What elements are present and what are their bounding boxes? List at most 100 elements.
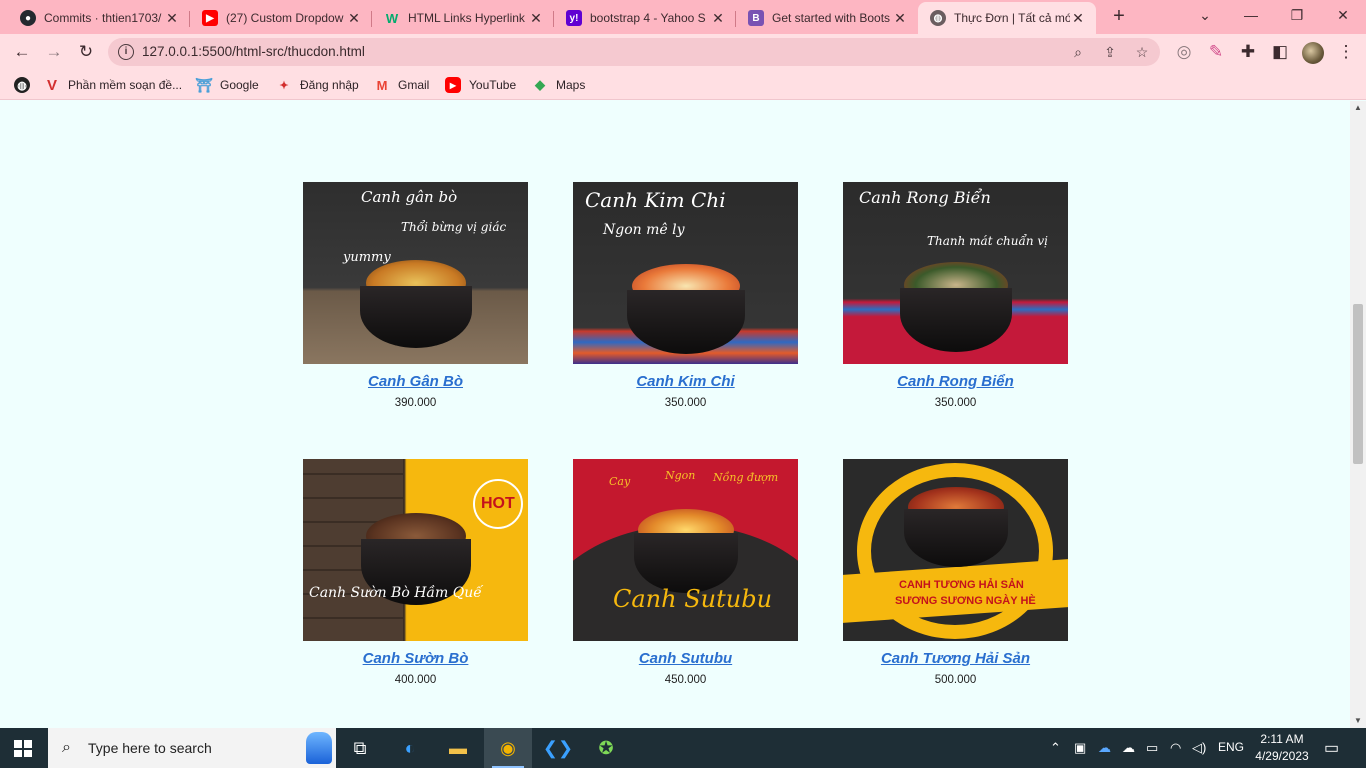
dish-name-link[interactable]: Canh Sutubu — [573, 650, 798, 667]
onedrive-icon[interactable]: ☁ — [1098, 740, 1111, 756]
scroll-up-icon[interactable]: ▲ — [1350, 101, 1366, 115]
dish-name-link[interactable]: Canh Gân Bò — [303, 373, 528, 390]
new-tab-button[interactable]: + — [1108, 6, 1130, 28]
extension-color-picker-icon[interactable]: ✎ — [1204, 40, 1228, 64]
dish-image[interactable]: Canh gân bò Thổi bừng vị giác yummy — [303, 182, 528, 364]
tab-youtube[interactable]: ▶ (27) Custom Dropdow ✕ — [190, 2, 372, 34]
youtube-icon: ▶ — [445, 77, 461, 93]
close-icon[interactable]: ✕ — [892, 10, 908, 27]
tab-title: Commits · thtien1703/ — [44, 11, 162, 25]
bookmarks-bar: ◍ V Phần mềm soạn đề... ⛩ Google ✦ Đăng … — [0, 70, 1366, 100]
tab-w3schools[interactable]: W HTML Links Hyperlink ✕ — [372, 2, 554, 34]
windows-start-icon[interactable] — [14, 740, 32, 757]
volume-icon[interactable]: ◁) — [1192, 740, 1206, 756]
overlay-text: Canh Kim Chi — [585, 188, 726, 212]
notification-icon[interactable]: ▭ — [1324, 738, 1339, 758]
restore-icon[interactable]: ❐ — [1274, 0, 1320, 32]
overlay-text: Thổi bừng vị giác — [401, 220, 507, 234]
zoom-icon[interactable]: ⌕ — [1068, 42, 1088, 62]
close-window-icon[interactable]: ✕ — [1320, 0, 1366, 32]
share-icon[interactable]: ⇪ — [1100, 42, 1120, 62]
tab-title: (27) Custom Dropdow — [226, 11, 344, 25]
file-explorer-icon[interactable]: ▬ — [434, 728, 482, 768]
show-hidden-icons[interactable]: ⌃ — [1050, 740, 1061, 756]
bookmark-youtube[interactable]: ▶ YouTube — [445, 76, 516, 94]
dish-image[interactable]: Canh Rong Biển Thanh mát chuẩn vị — [843, 182, 1068, 364]
bookmark-globe[interactable]: ◍ — [14, 76, 38, 94]
onedrive-personal-icon[interactable]: ☁ — [1122, 740, 1135, 756]
bookmark-phan-mem[interactable]: V Phần mềm soạn đề... — [44, 76, 182, 94]
profile-avatar[interactable] — [1302, 42, 1324, 64]
tab-search-icon[interactable]: ⌄ — [1182, 0, 1228, 32]
page-content: Canh gân bò Thổi bừng vị giác yummy Canh… — [0, 101, 1350, 728]
edge-icon[interactable]: ◐ — [386, 728, 434, 768]
dish-image[interactable]: Canh Kim Chi Ngon mê ly — [573, 182, 798, 364]
dish-name-link[interactable]: Canh Rong Biển — [843, 373, 1068, 390]
url-text: 127.0.0.1:5500/html-src/thucdon.html — [142, 44, 365, 59]
menu-card: CANH TƯƠNG HẢI SẢN SƯƠNG SƯƠNG NGÀY HÈ C… — [843, 459, 1068, 686]
close-icon[interactable]: ✕ — [1070, 10, 1086, 27]
dish-image[interactable]: HOT Canh Sườn Bò Hầm Quế — [303, 459, 528, 641]
close-icon[interactable]: ✕ — [528, 10, 544, 27]
system-clock[interactable]: 2:11 AM 4/29/2023 — [1254, 731, 1310, 765]
vscode-icon[interactable]: ❮❯ — [534, 728, 582, 768]
extensions-puzzle-icon[interactable]: ✚ — [1236, 40, 1260, 64]
tab-yahoo[interactable]: y! bootstrap 4 - Yahoo S ✕ — [554, 2, 736, 34]
dish-price: 400.000 — [394, 674, 437, 686]
minimize-icon[interactable]: — — [1228, 0, 1274, 32]
search-highlight-icon — [306, 732, 332, 764]
dish-name-link[interactable]: Canh Sườn Bò — [303, 650, 528, 667]
side-panel-icon[interactable]: ◧ — [1268, 40, 1292, 64]
taskbar-search-box[interactable]: ⌕ Type here to search — [48, 728, 336, 768]
site-info-icon[interactable]: i — [118, 44, 134, 60]
search-icon: ⌕ — [62, 739, 71, 756]
close-icon[interactable]: ✕ — [164, 10, 180, 27]
task-view-icon[interactable]: ⧉ — [336, 728, 384, 768]
meet-now-icon[interactable]: ▣ — [1074, 740, 1086, 756]
address-bar[interactable]: i 127.0.0.1:5500/html-src/thucdon.html ⌕… — [108, 38, 1160, 66]
tab-title: bootstrap 4 - Yahoo S — [590, 11, 706, 25]
forward-arrow-icon[interactable]: → — [42, 40, 66, 64]
menu-kebab-icon[interactable]: ⋮ — [1334, 40, 1358, 64]
gmail-icon: M — [376, 77, 388, 93]
bookmark-maps[interactable]: ◆ Maps — [532, 76, 585, 94]
dish-price: 450.000 — [664, 674, 707, 686]
dish-name-link[interactable]: Canh Kim Chi — [573, 373, 798, 390]
wifi-icon[interactable]: ◠ — [1170, 740, 1181, 756]
language-indicator[interactable]: ENG — [1218, 740, 1244, 754]
scroll-thumb[interactable] — [1353, 304, 1363, 464]
bookmark-google[interactable]: ⛩ Google — [195, 76, 259, 94]
battery-icon[interactable]: ▭ — [1146, 740, 1158, 756]
tab-github[interactable]: ● Commits · thtien1703/ ✕ — [8, 2, 190, 34]
close-icon[interactable]: ✕ — [710, 10, 726, 27]
bookmark-star-icon[interactable]: ☆ — [1132, 42, 1152, 62]
youtube-icon: ▶ — [202, 10, 218, 26]
yahoo-icon: y! — [566, 10, 582, 26]
tab-title: Thực Đơn | Tất cả món — [954, 11, 1070, 25]
dish-name-link[interactable]: Canh Tương Hải Sản — [843, 650, 1068, 667]
dish-price: 350.000 — [934, 397, 977, 409]
tab-thucdon[interactable]: ◍ Thực Đơn | Tất cả món ✕ — [918, 2, 1096, 34]
menu-card: Canh gân bò Thổi bừng vị giác yummy Canh… — [303, 182, 528, 409]
login-icon: ✦ — [279, 79, 289, 92]
close-icon[interactable]: ✕ — [346, 10, 362, 27]
app-green-icon[interactable]: ✪ — [582, 728, 630, 768]
bookmark-label: Gmail — [398, 78, 430, 92]
dish-image[interactable]: Cay Ngon Nồng đượm Canh Sutubu — [573, 459, 798, 641]
page-scrollbar[interactable]: ▲ ▼ — [1350, 101, 1366, 728]
scroll-down-icon[interactable]: ▼ — [1350, 714, 1366, 728]
tab-bootstrap[interactable]: B Get started with Boots ✕ — [736, 2, 918, 34]
reload-icon[interactable]: ↻ — [74, 40, 98, 64]
bookmark-dang-nhap[interactable]: ✦ Đăng nhập — [276, 76, 358, 94]
globe-icon: ◍ — [14, 77, 30, 93]
back-arrow-icon[interactable]: ← — [10, 40, 34, 64]
bookmark-label: Google — [220, 78, 259, 92]
bookmark-gmail[interactable]: M Gmail — [374, 76, 430, 94]
chrome-icon[interactable]: ◉ — [484, 728, 532, 768]
v-logo-icon: V — [46, 76, 57, 94]
dish-image[interactable]: CANH TƯƠNG HẢI SẢN SƯƠNG SƯƠNG NGÀY HÈ — [843, 459, 1068, 641]
extension-compass-icon[interactable]: ◎ — [1172, 40, 1196, 64]
menu-card: Canh Kim Chi Ngon mê ly Canh Kim Chi 350… — [573, 182, 798, 409]
menu-card: Cay Ngon Nồng đượm Canh Sutubu Canh Sutu… — [573, 459, 798, 686]
overlay-text: Cay — [609, 475, 631, 488]
